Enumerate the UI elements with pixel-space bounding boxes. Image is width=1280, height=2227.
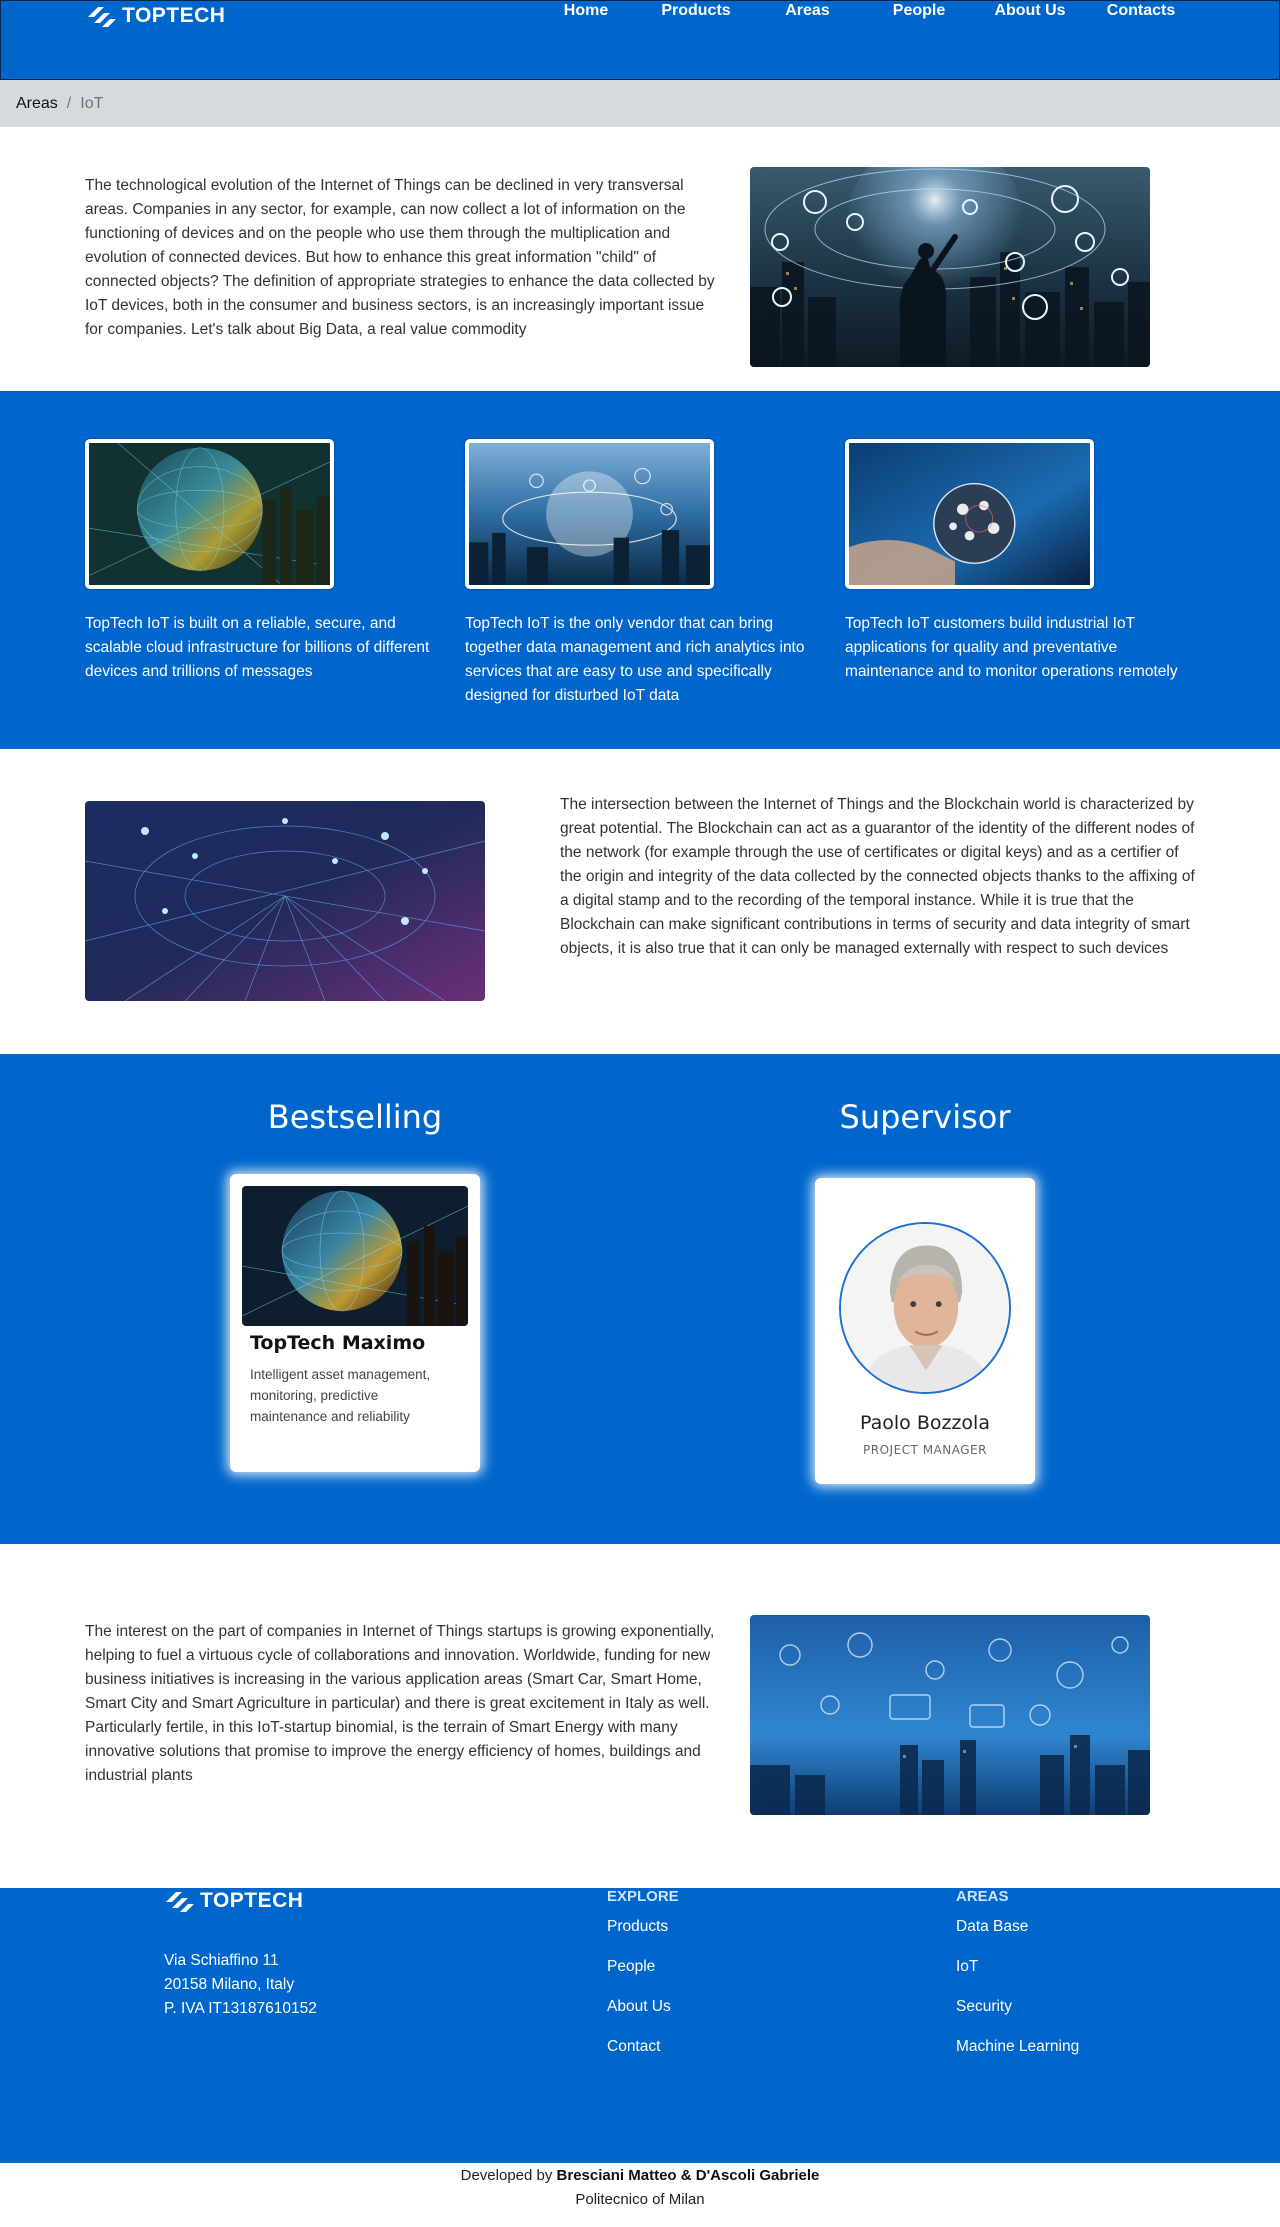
breadcrumb-current: IoT bbox=[80, 94, 104, 112]
footer-link-contact[interactable]: Contact bbox=[607, 2035, 679, 2075]
footer-explore-title: EXPLORE bbox=[607, 1888, 679, 1905]
showcase-section: Bestselling Supervisor TopTech Maximo In… bbox=[0, 1054, 1280, 1544]
supervisor-avatar bbox=[839, 1222, 1011, 1394]
supervisor-role: PROJECT MANAGER bbox=[863, 1443, 987, 1457]
toptech-logo-icon bbox=[166, 1892, 194, 1912]
intro-text: The technological evolution of the Inter… bbox=[85, 177, 715, 338]
nav-contacts[interactable]: Contacts bbox=[1086, 1, 1196, 20]
brand-name: TOPTECH bbox=[122, 4, 226, 27]
credits-institution: Politecnico of Milan bbox=[575, 2191, 705, 2208]
nav-products[interactable]: Products bbox=[641, 1, 751, 20]
breadcrumb-separator: / bbox=[66, 94, 72, 112]
feature-text-industrial: TopTech IoT customers build industrial I… bbox=[845, 615, 1178, 680]
supervisor-heading: Supervisor bbox=[839, 1098, 1011, 1136]
credits-line: Developed by Bresciani Matteo & D'Ascoli… bbox=[0, 2164, 1280, 2188]
supervisor-card[interactable]: Paolo Bozzola PROJECT MANAGER bbox=[815, 1178, 1035, 1484]
feature-image-smart-city bbox=[465, 439, 714, 589]
nav-about-us[interactable]: About Us bbox=[974, 1, 1086, 20]
breadcrumb-areas[interactable]: Areas bbox=[16, 95, 58, 113]
footer-link-iot[interactable]: IoT bbox=[956, 1955, 1079, 1995]
footer-explore-column: EXPLORE Products People About Us Contact bbox=[607, 1888, 679, 2075]
feature-text-infrastructure: TopTech IoT is built on a reliable, secu… bbox=[85, 615, 430, 680]
startups-text: The interest on the part of companies in… bbox=[85, 1623, 715, 1784]
startups-section: The interest on the part of companies in… bbox=[0, 1544, 1280, 1888]
network-image bbox=[85, 801, 485, 1001]
credits-authors: Bresciani Matteo & D'Ascoli Gabriele bbox=[556, 2167, 820, 2184]
top-navbar: TOPTECH Home Products Areas People About… bbox=[0, 0, 1280, 80]
footer-brand-name: TOPTECH bbox=[200, 1889, 304, 1912]
smart-city-image bbox=[750, 1615, 1150, 1815]
feature-text-analytics: TopTech IoT is the only vendor that can … bbox=[465, 615, 805, 704]
bestselling-product-card[interactable]: TopTech Maximo Intelligent asset managem… bbox=[230, 1174, 480, 1472]
feature-card-industrial: TopTech IoT customers build industrial I… bbox=[845, 439, 1195, 684]
feature-card-infrastructure: TopTech IoT is built on a reliable, secu… bbox=[85, 439, 435, 684]
breadcrumb: Areas / IoT bbox=[0, 80, 1280, 127]
address-street: Via Schiaffino 11 bbox=[164, 1952, 279, 1969]
nav-areas[interactable]: Areas bbox=[751, 1, 864, 20]
footer-areas-column: AREAS Data Base IoT Security Machine Lea… bbox=[956, 1888, 1079, 2075]
bestselling-heading: Bestselling bbox=[267, 1098, 443, 1136]
blockchain-text: The intersection between the Internet of… bbox=[560, 796, 1195, 957]
footer-link-people[interactable]: People bbox=[607, 1955, 679, 1995]
address-vat: P. IVA IT13187610152 bbox=[164, 2000, 317, 2017]
credits-prefix: Developed by bbox=[460, 2167, 553, 2184]
brand-logo[interactable]: TOPTECH bbox=[86, 3, 225, 29]
feature-image-globe bbox=[85, 439, 334, 589]
intro-section: The technological evolution of the Inter… bbox=[0, 127, 1280, 391]
feature-image-hand-sphere bbox=[845, 439, 1094, 589]
feature-card-analytics: TopTech IoT is the only vendor that can … bbox=[465, 439, 815, 708]
main-nav: Home Products Areas People About Us Cont… bbox=[531, 1, 1196, 20]
toptech-logo-icon bbox=[88, 7, 116, 27]
supervisor-name: Paolo Bozzola bbox=[860, 1412, 990, 1434]
footer-areas-title: AREAS bbox=[956, 1888, 1009, 1905]
footer-link-products[interactable]: Products bbox=[607, 1915, 679, 1955]
footer-address: Via Schiaffino 11 20158 Milano, Italy P.… bbox=[164, 1949, 317, 2021]
product-description: Intelligent asset management, monitoring… bbox=[250, 1367, 431, 1424]
features-section: TopTech IoT is built on a reliable, secu… bbox=[0, 391, 1280, 749]
footer-link-machine-learning[interactable]: Machine Learning bbox=[956, 2035, 1079, 2075]
nav-home[interactable]: Home bbox=[531, 1, 641, 20]
nav-people[interactable]: People bbox=[864, 1, 974, 20]
product-image bbox=[242, 1186, 468, 1326]
credits: Developed by Bresciani Matteo & D'Ascoli… bbox=[0, 2163, 1280, 2223]
address-city: 20158 Milano, Italy bbox=[164, 1976, 295, 1993]
footer-link-security[interactable]: Security bbox=[956, 1995, 1079, 2035]
footer: TOPTECH Via Schiaffino 11 20158 Milano, … bbox=[0, 1888, 1280, 2163]
footer-link-about-us[interactable]: About Us bbox=[607, 1995, 679, 2035]
blockchain-section: The intersection between the Internet of… bbox=[0, 749, 1280, 1054]
iot-city-image bbox=[750, 167, 1150, 367]
footer-brand-logo[interactable]: TOPTECH bbox=[164, 1888, 303, 1914]
footer-link-data-base[interactable]: Data Base bbox=[956, 1915, 1079, 1955]
product-name: TopTech Maximo bbox=[250, 1332, 426, 1354]
